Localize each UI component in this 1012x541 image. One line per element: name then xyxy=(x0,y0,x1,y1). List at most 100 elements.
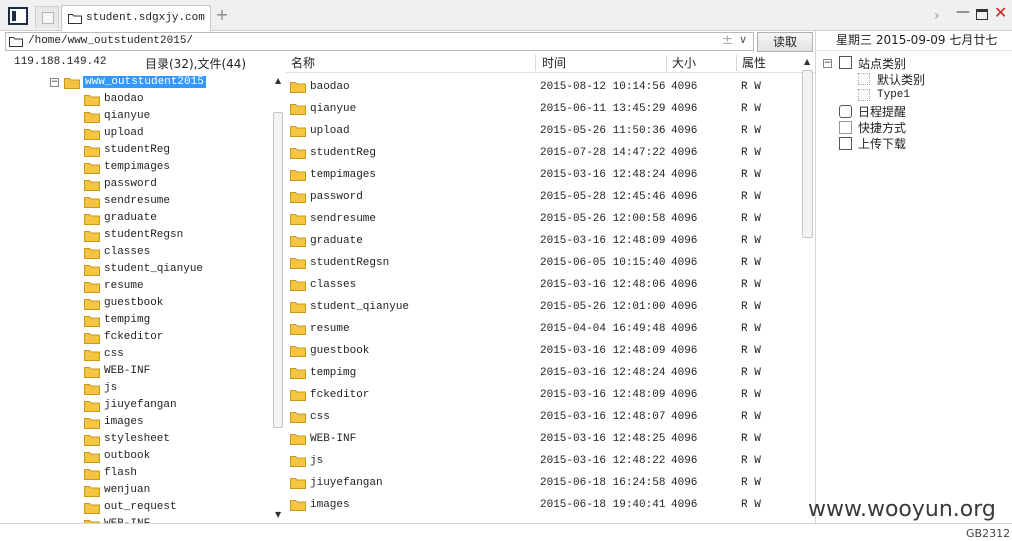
file-row[interactable]: classes 2015-03-16 12:48:06 4096 R W xyxy=(286,274,801,296)
file-time: 2015-03-16 12:48:09 xyxy=(540,389,666,401)
scroll-down-icon[interactable]: ▼ xyxy=(275,510,281,519)
file-row[interactable]: student_qianyue 2015-05-26 12:01:00 4096 R … xyxy=(286,296,801,318)
file-row[interactable]: studentRegsn 2015-06-05 10:15:40 4096 R W xyxy=(286,252,801,274)
file-time: 2015-06-18 19:40:41 xyxy=(540,499,666,511)
file-row[interactable]: jiuyefangan 2015-06-18 16:24:58 4096 R W xyxy=(286,472,801,494)
file-row[interactable]: sendresume 2015-05-26 12:00:58 4096 R W xyxy=(286,208,801,230)
file-row[interactable]: js 2015-03-16 12:48:22 4096 R W xyxy=(286,450,801,472)
shortcuts[interactable]: 快捷方式 xyxy=(858,119,906,136)
scroll-thumb[interactable] xyxy=(273,112,283,428)
file-attr: R W xyxy=(741,323,761,335)
file-row[interactable]: baodao 2015-08-12 10:14:56 4096 R W xyxy=(286,76,801,98)
category-item-icon xyxy=(858,89,870,101)
folder-icon xyxy=(84,248,100,259)
scroll-thumb[interactable] xyxy=(802,70,813,238)
file-row[interactable]: password 2015-05-28 12:45:46 4096 R W xyxy=(286,186,801,208)
file-size: 4096 xyxy=(671,499,698,511)
file-row[interactable]: guestbook 2015-03-16 12:48:09 4096 R W xyxy=(286,340,801,362)
folder-icon xyxy=(84,282,100,293)
directory-tree: − www_outstudent2015 baodao qianyue upload… xyxy=(0,74,286,523)
col-attr[interactable]: 属性 xyxy=(737,55,802,73)
col-size[interactable]: 大小 xyxy=(667,55,737,73)
default-category[interactable]: 默认类别 xyxy=(877,71,925,88)
file-attr: R W xyxy=(741,455,761,467)
file-row[interactable]: tempimages 2015-03-16 12:48:24 4096 R W xyxy=(286,164,801,186)
file-size: 4096 xyxy=(671,411,698,423)
tree-item-label: graduate xyxy=(104,212,157,224)
collapse-icon[interactable]: − xyxy=(823,59,832,68)
folder-icon xyxy=(84,367,100,378)
file-row[interactable]: images 2015-06-18 19:40:41 4096 R W xyxy=(286,494,801,516)
file-row[interactable]: css 2015-03-16 12:48:07 4096 R W xyxy=(286,406,801,428)
folder-icon xyxy=(84,469,100,480)
folder-icon xyxy=(84,350,100,361)
folder-icon xyxy=(84,503,100,514)
file-time: 2015-03-16 12:48:09 xyxy=(540,345,666,357)
plus-icon[interactable]: ± xyxy=(722,33,733,48)
tree-item-label: WEB-INF xyxy=(104,365,151,377)
panel-toggle-icon[interactable] xyxy=(8,7,28,25)
file-time: 2015-03-16 12:48:07 xyxy=(540,411,666,423)
file-name: studentReg xyxy=(310,147,377,159)
collapse-icon[interactable]: − xyxy=(50,78,59,87)
file-name: student_qianyue xyxy=(310,301,410,313)
tab-blank[interactable] xyxy=(35,6,59,28)
encoding-label[interactable]: GB2312 xyxy=(966,527,1010,540)
file-size: 4096 xyxy=(671,477,698,489)
file-row[interactable]: WEB-INF 2015-03-16 12:48:25 4096 R W xyxy=(286,428,801,450)
watermark: www.wooyun.org xyxy=(808,497,996,522)
tree-item-label: baodao xyxy=(104,93,144,105)
col-name[interactable]: 名称 xyxy=(286,55,536,73)
tab-active[interactable]: student.sdgxjy.com xyxy=(61,5,211,31)
file-attr: R W xyxy=(741,213,761,225)
tab-bar: student.sdgxjy.com + › — ✕ xyxy=(0,0,1012,31)
file-attr: R W xyxy=(741,147,761,159)
folder-icon xyxy=(84,95,100,106)
file-row[interactable]: studentReg 2015-07-28 14:47:22 4096 R W xyxy=(286,142,801,164)
list-scrollbar[interactable]: ▲ xyxy=(801,55,815,523)
file-row[interactable]: resume 2015-04-04 16:49:48 4096 R W xyxy=(286,318,801,340)
scroll-up-icon[interactable]: ▲ xyxy=(804,57,810,66)
folder-icon xyxy=(9,37,23,47)
transfer-icon xyxy=(839,137,852,150)
file-row[interactable]: fckeditor 2015-03-16 12:48:09 4096 R W xyxy=(286,384,801,406)
read-button[interactable]: 读取 xyxy=(757,32,813,52)
file-list: baodao 2015-08-12 10:14:56 4096 R W qianyue 2… xyxy=(286,76,801,523)
add-tab-button[interactable]: + xyxy=(214,5,230,25)
schedule-reminder[interactable]: 日程提醒 xyxy=(858,103,906,120)
chevron-right-icon[interactable]: › xyxy=(934,8,940,24)
file-row[interactable]: upload 2015-05-26 11:50:36 4096 R W xyxy=(286,120,801,142)
file-name: baodao xyxy=(310,81,350,93)
scroll-up-icon[interactable]: ▲ xyxy=(275,76,281,85)
folder-icon xyxy=(84,333,100,344)
folder-icon xyxy=(84,112,100,123)
file-attr: R W xyxy=(741,389,761,401)
path-input[interactable]: /home/www_outstudent2015/ ± ∨ xyxy=(5,32,754,51)
folder-icon xyxy=(290,192,306,203)
file-row[interactable]: qianyue 2015-06-11 13:45:29 4096 R W xyxy=(286,98,801,120)
file-name: fckeditor xyxy=(310,389,370,401)
folder-icon xyxy=(290,434,306,445)
folder-icon xyxy=(290,412,306,423)
tree-scrollbar[interactable]: ▲ ▼ xyxy=(272,76,286,523)
file-attr: R W xyxy=(741,125,761,137)
upload-download[interactable]: 上传下载 xyxy=(858,135,906,152)
site-category[interactable]: 站点类别 xyxy=(858,55,906,72)
minimize-icon[interactable]: — xyxy=(956,4,970,20)
address-row: /home/www_outstudent2015/ ± ∨ 读取 xyxy=(0,31,815,52)
file-attr: R W xyxy=(741,257,761,269)
folder-icon xyxy=(290,456,306,467)
tree-root-label: www_outstudent2015 xyxy=(83,76,206,88)
type1-category[interactable]: Type1 xyxy=(877,89,910,101)
file-row[interactable]: graduate 2015-03-16 12:48:09 4096 R W xyxy=(286,230,801,252)
close-icon[interactable]: ✕ xyxy=(994,3,1007,22)
file-time: 2015-03-16 12:48:24 xyxy=(540,169,666,181)
folder-icon xyxy=(290,82,306,93)
file-row[interactable]: tempimg 2015-03-16 12:48:24 4096 R W xyxy=(286,362,801,384)
file-name: password xyxy=(310,191,363,203)
file-name: js xyxy=(310,455,324,467)
col-divider[interactable] xyxy=(535,55,536,71)
dropdown-icon[interactable]: ∨ xyxy=(739,33,747,46)
col-time[interactable]: 时间 xyxy=(537,55,667,73)
maximize-icon[interactable] xyxy=(976,9,988,20)
